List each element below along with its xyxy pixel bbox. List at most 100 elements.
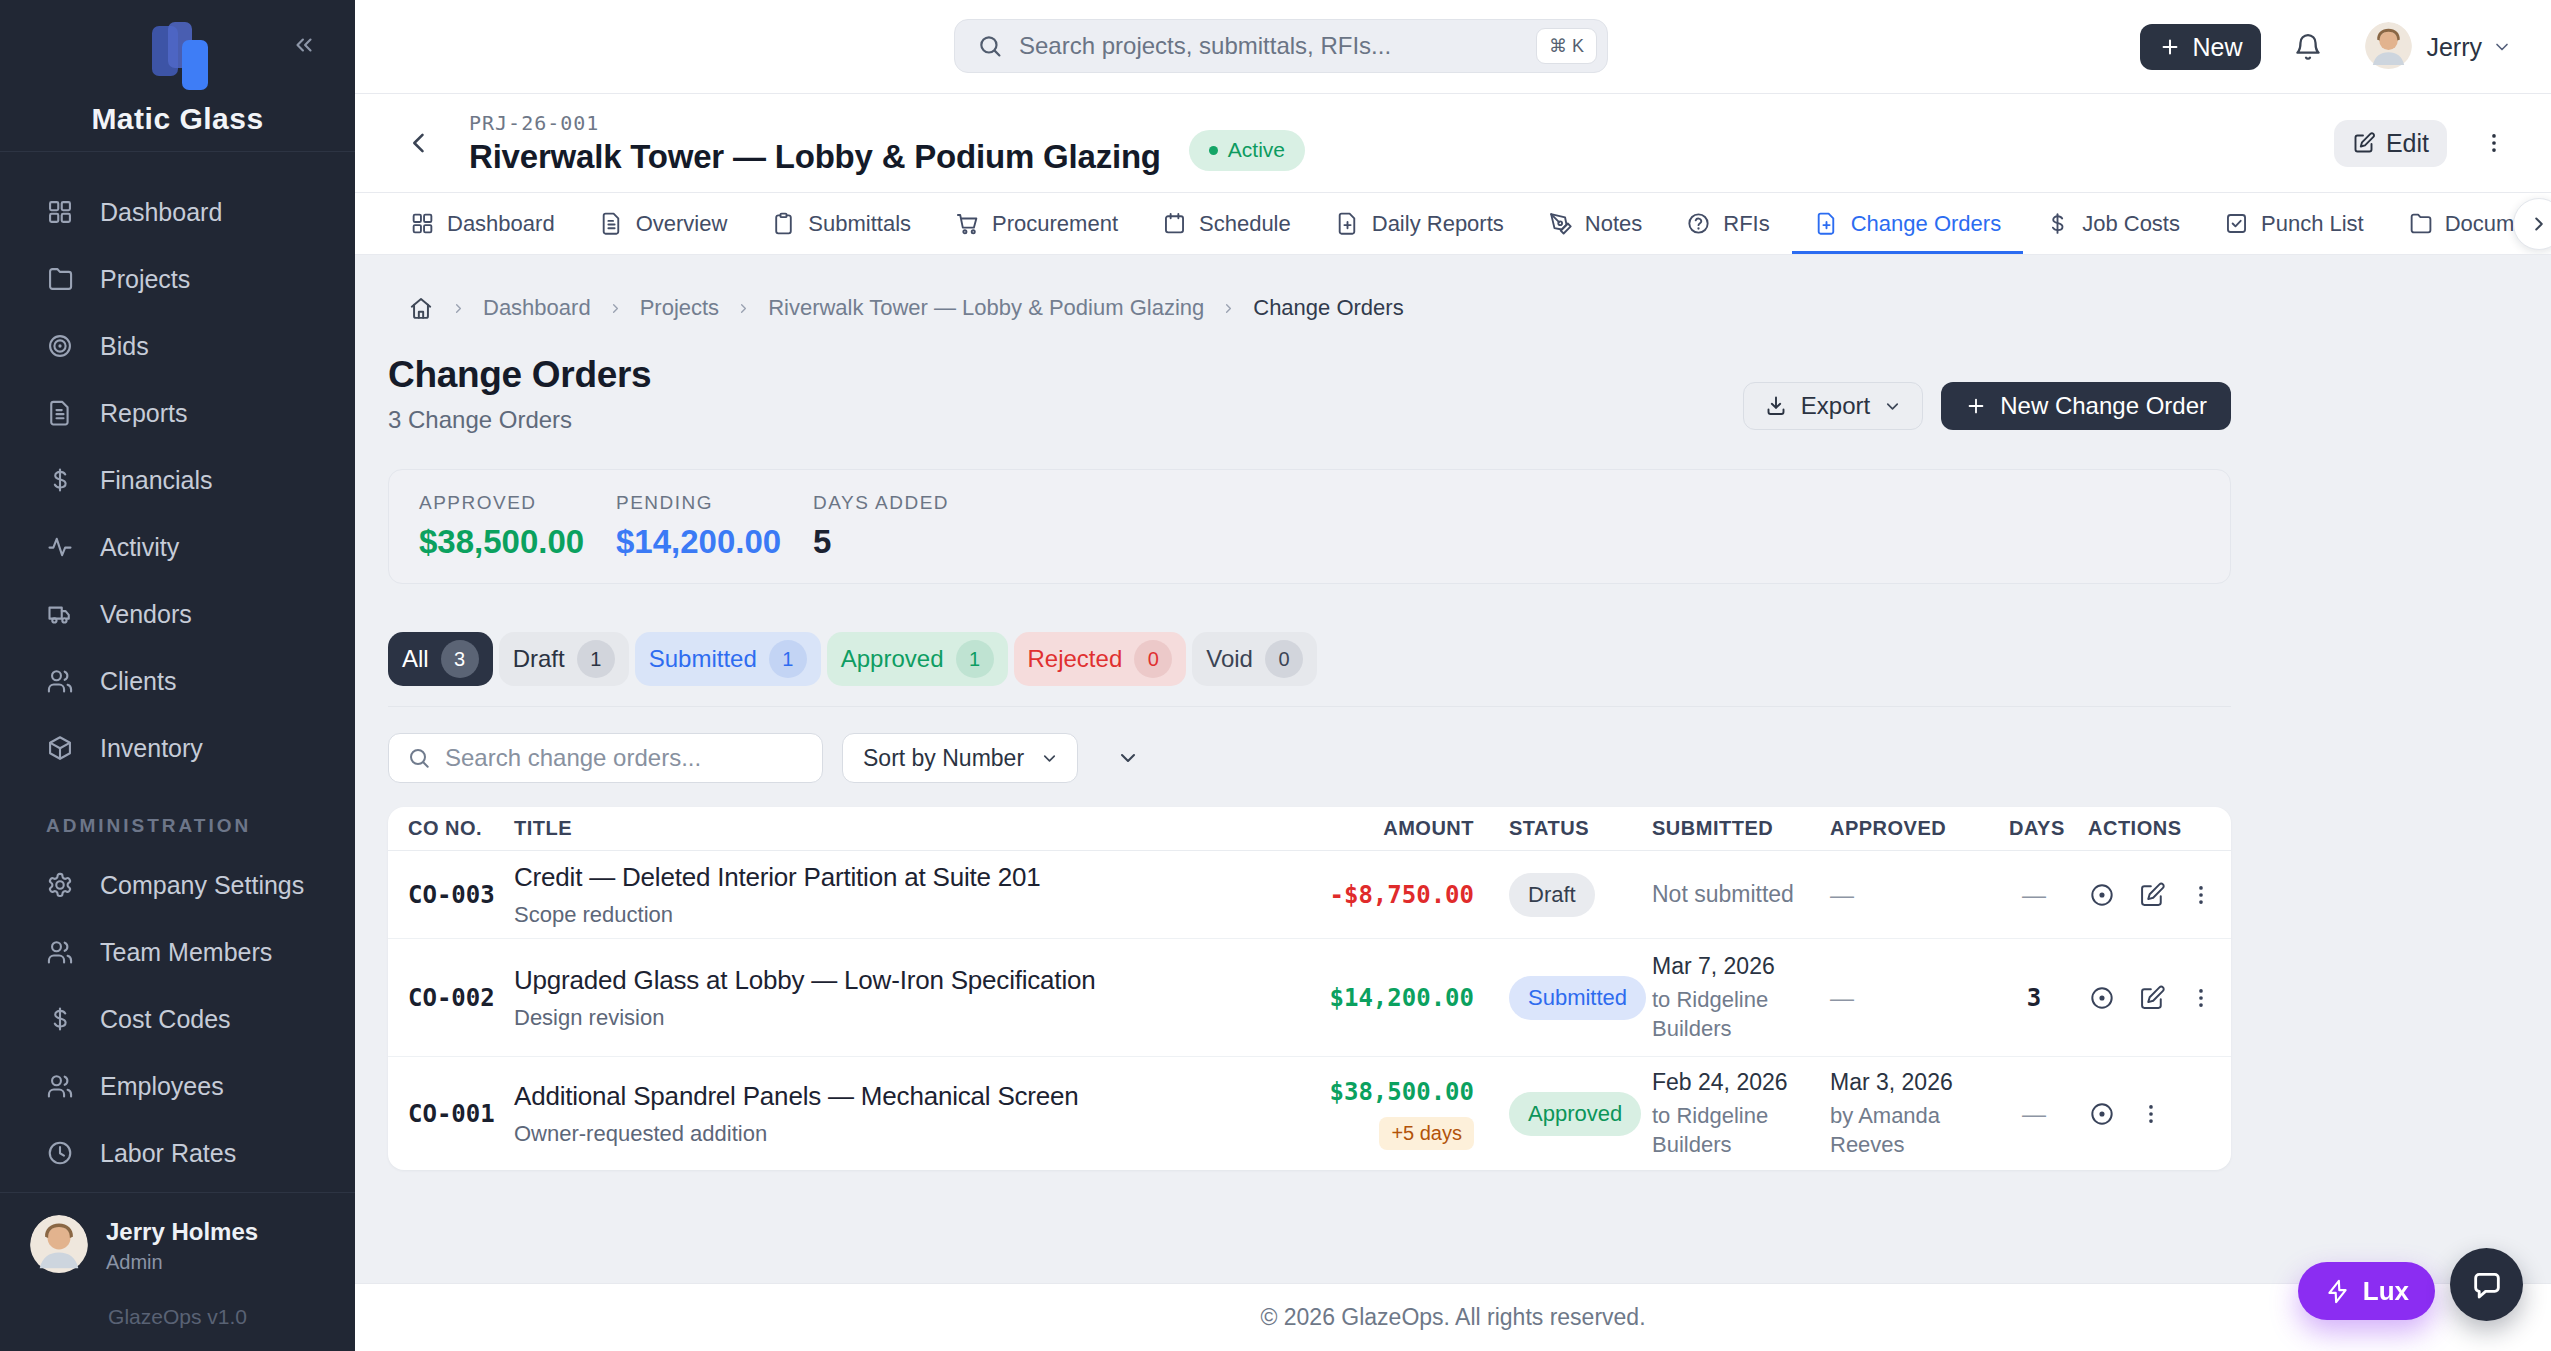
co-status-pill: Draft: [1509, 873, 1595, 917]
row-menu-icon[interactable]: [2188, 882, 2214, 908]
sidebar-item-company-settings[interactable]: Company Settings: [24, 857, 331, 913]
co-actions: [2059, 881, 2214, 909]
new-button[interactable]: New: [2140, 24, 2261, 70]
sidebar-item-reports[interactable]: Reports: [24, 385, 331, 441]
sidebar-item-dashboard[interactable]: Dashboard: [24, 184, 331, 240]
filter-approved[interactable]: Approved1: [827, 632, 1008, 686]
copyright: © 2026 GlazeOps. All rights reserved.: [1260, 1304, 1645, 1331]
table-row[interactable]: CO-003Credit — Deleted Interior Partitio…: [388, 851, 2231, 939]
download-icon: [1764, 394, 1788, 418]
filter-draft[interactable]: Draft1: [499, 632, 629, 686]
edit-button[interactable]: Edit: [2334, 120, 2447, 167]
home-icon[interactable]: [408, 295, 434, 321]
tab-change-orders[interactable]: Change Orders: [1792, 193, 2023, 254]
view-icon[interactable]: [2088, 881, 2116, 909]
edit-icon[interactable]: [2138, 984, 2166, 1012]
sidebar-item-projects[interactable]: Projects: [24, 251, 331, 307]
tab-rfis[interactable]: RFIs: [1664, 193, 1791, 254]
page-subtitle: 3 Change Orders: [388, 406, 651, 434]
sort-select[interactable]: Sort by Number: [842, 733, 1078, 783]
sidebar-header: Matic Glass: [0, 0, 355, 152]
table-row[interactable]: CO-001Additional Spandrel Panels — Mecha…: [388, 1057, 2231, 1170]
new-change-order-button[interactable]: New Change Order: [1941, 382, 2231, 430]
search-icon: [407, 746, 431, 770]
view-icon[interactable]: [2088, 1100, 2116, 1128]
folder-icon: [2408, 211, 2433, 236]
breadcrumb-item[interactable]: Projects: [640, 295, 719, 321]
filter-count: 0: [1265, 640, 1303, 678]
sidebar-user-role: Admin: [106, 1251, 258, 1274]
sidebar-user-name: Jerry Holmes: [106, 1218, 258, 1246]
tab-procurement[interactable]: Procurement: [933, 193, 1140, 254]
sidebar-item-cost-codes[interactable]: Cost Codes: [24, 991, 331, 1047]
sidebar: Matic Glass Dashboard Projects Bids Reports…: [0, 0, 355, 1351]
sidebar-item-bids[interactable]: Bids: [24, 318, 331, 374]
sidebar-item-employees[interactable]: Employees: [24, 1058, 331, 1114]
filter-submitted[interactable]: Submitted1: [635, 632, 821, 686]
bell-icon[interactable]: [2293, 32, 2323, 62]
global-search-input[interactable]: Search projects, submittals, RFIs... ⌘ K: [954, 19, 1608, 73]
breadcrumb-item[interactable]: Riverwalk Tower — Lobby & Podium Glazing: [768, 295, 1204, 321]
sidebar-admin-nav: Company Settings Team Members Cost Codes Em…: [0, 857, 355, 1192]
brand-logo: [138, 26, 218, 88]
sidebar-item-team-members[interactable]: Team Members: [24, 924, 331, 980]
co-amount: $14,200.00: [1330, 984, 1475, 1012]
tab-punch-list[interactable]: Punch List: [2202, 193, 2386, 254]
row-menu-icon[interactable]: [2188, 985, 2214, 1011]
tab-overview[interactable]: Overview: [577, 193, 750, 254]
page-title: Change Orders: [388, 354, 651, 396]
filter-void[interactable]: Void0: [1192, 632, 1317, 686]
collapse-filters-icon[interactable]: [1116, 746, 1140, 770]
cart-icon: [955, 211, 980, 236]
co-approved: Mar 3, 2026by Amanda Reeves: [1830, 1069, 2009, 1159]
breadcrumb-item[interactable]: Dashboard: [483, 295, 591, 321]
change-orders-table: CO NO.TITLEAMOUNTSTATUSSUBMITTEDAPPROVED…: [388, 807, 2231, 1170]
stat-days-added: DAYS ADDED5: [813, 492, 1010, 561]
column-header-approved: APPROVED: [1830, 817, 2009, 840]
lux-assistant-button[interactable]: Lux: [2298, 1262, 2435, 1320]
search-placeholder: Search projects, submittals, RFIs...: [1019, 32, 1536, 60]
clock-icon: [46, 1139, 74, 1167]
users-icon: [46, 1072, 74, 1100]
users-icon: [46, 938, 74, 966]
edit-icon[interactable]: [2138, 881, 2166, 909]
sidebar-item-labor-rates[interactable]: Labor Rates: [24, 1125, 331, 1181]
filter-rejected[interactable]: Rejected0: [1014, 632, 1187, 686]
stat-approved: APPROVED$38,500.00: [419, 492, 616, 561]
chat-button[interactable]: [2450, 1248, 2523, 1321]
kebab-menu-icon[interactable]: [2481, 130, 2507, 156]
table-row[interactable]: CO-002Upgraded Glass at Lobby — Low-Iron…: [388, 939, 2231, 1057]
sidebar-item-inventory[interactable]: Inventory: [24, 720, 331, 776]
filter-all[interactable]: All3: [388, 632, 493, 686]
view-icon[interactable]: [2088, 984, 2116, 1012]
export-button[interactable]: Export: [1743, 382, 1923, 430]
user-menu[interactable]: Jerry: [2426, 33, 2512, 62]
tab-job-costs[interactable]: Job Costs: [2023, 193, 2202, 254]
tab-submittals[interactable]: Submittals: [749, 193, 933, 254]
tab-notes[interactable]: Notes: [1526, 193, 1664, 254]
box-icon: [46, 734, 74, 762]
tab-dashboard[interactable]: Dashboard: [388, 193, 577, 254]
project-header: PRJ-26-001 Riverwalk Tower — Lobby & Pod…: [355, 94, 2551, 193]
file-plus-icon: [1814, 211, 1839, 236]
project-code: PRJ-26-001: [469, 111, 1161, 135]
tab-schedule[interactable]: Schedule: [1140, 193, 1313, 254]
breadcrumb-item: Change Orders: [1253, 295, 1403, 321]
tab-daily-reports[interactable]: Daily Reports: [1313, 193, 1526, 254]
sidebar-collapse-icon[interactable]: [291, 32, 317, 58]
change-order-search-input[interactable]: Search change orders...: [388, 733, 823, 783]
project-tabs: DashboardOverviewSubmittalsProcurementSc…: [355, 193, 2551, 255]
topbar-avatar[interactable]: [2365, 22, 2412, 73]
sidebar-user[interactable]: Jerry Holmes Admin: [0, 1192, 355, 1277]
co-amount: -$8,750.00: [1330, 881, 1475, 909]
sidebar-item-vendors[interactable]: Vendors: [24, 586, 331, 642]
sidebar-item-clients[interactable]: Clients: [24, 653, 331, 709]
back-button[interactable]: [405, 129, 433, 157]
sidebar-item-financials[interactable]: Financials: [24, 452, 331, 508]
brand-name: Matic Glass: [91, 102, 263, 136]
sidebar-item-activity[interactable]: Activity: [24, 519, 331, 575]
row-menu-icon[interactable]: [2138, 1101, 2164, 1127]
status-badge: Active: [1189, 130, 1305, 171]
search-shortcut: ⌘ K: [1536, 28, 1597, 64]
co-title: Additional Spandrel Panels — Mechanical …: [514, 1081, 1280, 1112]
